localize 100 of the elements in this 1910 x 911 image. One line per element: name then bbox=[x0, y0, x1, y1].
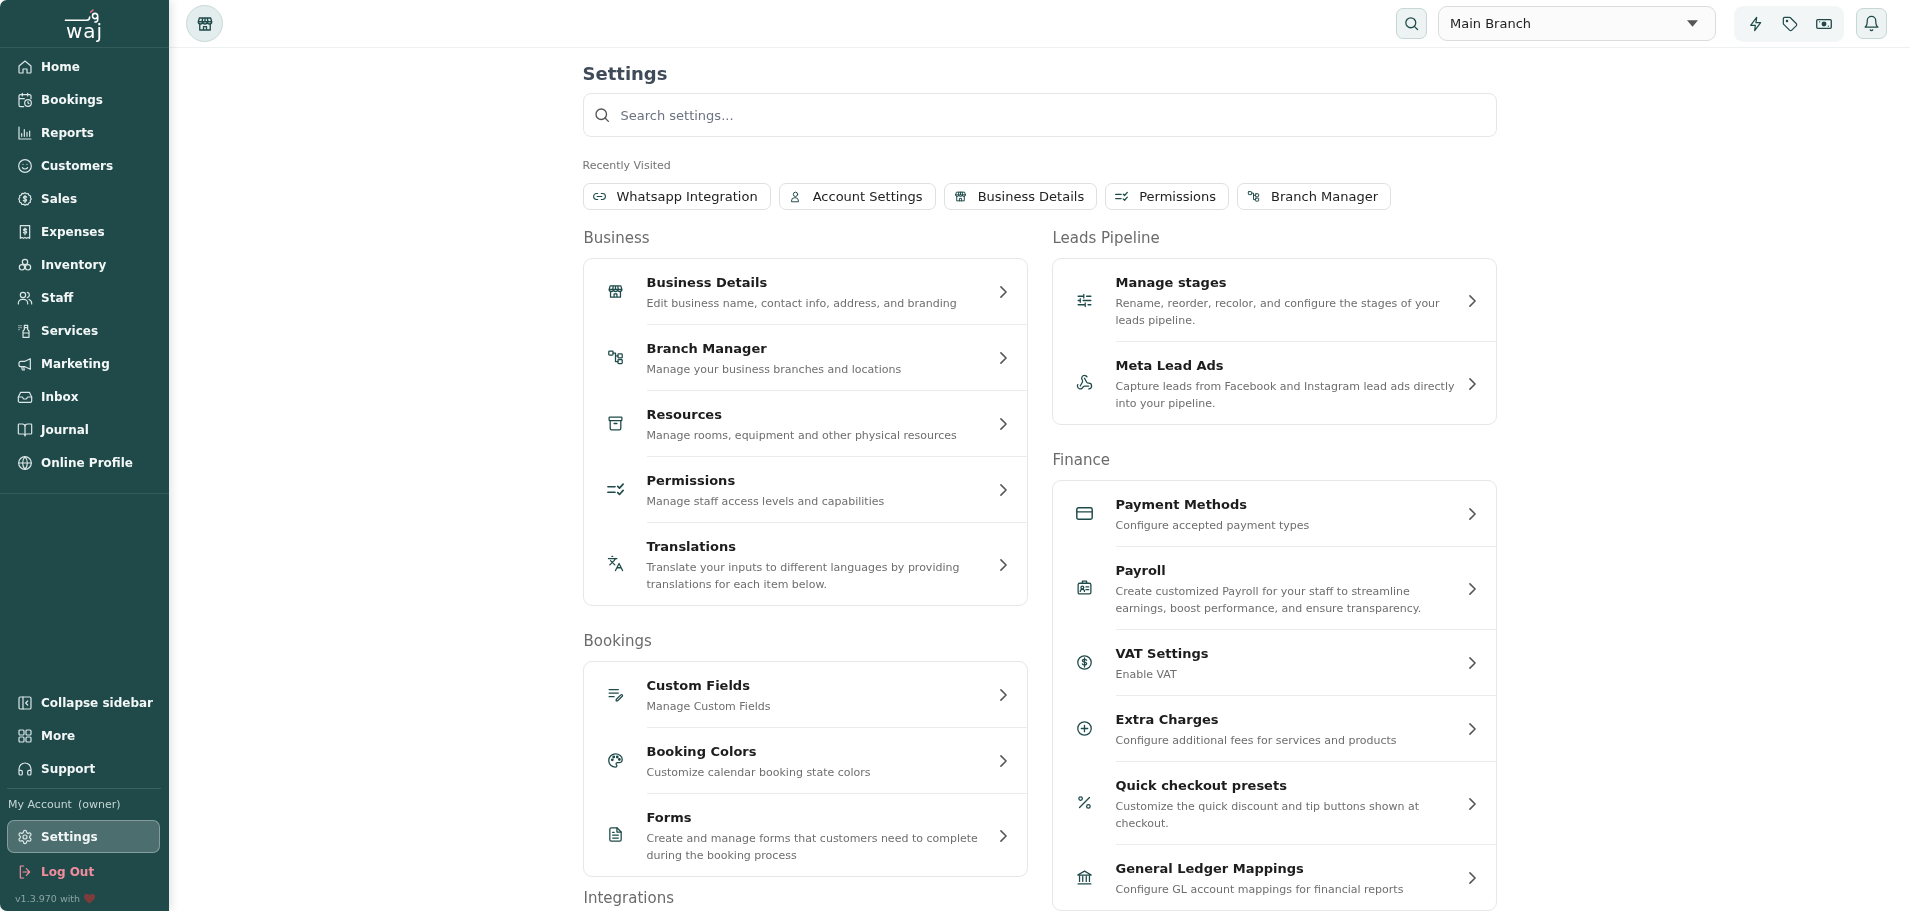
item-title: Business Details bbox=[646, 274, 769, 292]
list-check-icon bbox=[1115, 190, 1129, 203]
tag-icon[interactable] bbox=[1782, 15, 1798, 32]
search-button[interactable] bbox=[1396, 8, 1427, 39]
nav-item[interactable]: Expenses bbox=[7, 215, 160, 248]
chevron-right-icon bbox=[999, 558, 1007, 571]
archive-icon bbox=[606, 414, 624, 432]
search-field[interactable]: Search settings... bbox=[582, 93, 1497, 137]
recent-chip[interactable]: Whatsapp Integration bbox=[582, 183, 771, 210]
hierarchy-icon bbox=[606, 348, 624, 366]
bank-icon bbox=[1075, 868, 1093, 886]
logout-link[interactable]: Log Out bbox=[7, 855, 160, 888]
headset-icon bbox=[17, 760, 33, 777]
nav-item[interactable]: Marketing bbox=[7, 347, 160, 380]
settings-item[interactable]: Branch Manager Manage your business branches and locations bbox=[583, 324, 1027, 390]
nav-item[interactable]: Staff bbox=[7, 281, 160, 314]
bell-icon bbox=[1863, 15, 1880, 32]
palette-icon bbox=[606, 751, 624, 769]
bar-chart-icon bbox=[17, 124, 33, 141]
item-title: Payroll bbox=[1115, 562, 1167, 580]
chevron-right-icon bbox=[1468, 508, 1476, 520]
list-edit-icon bbox=[606, 686, 624, 703]
item-description: Configure additional fees for services and products bbox=[1115, 733, 1398, 749]
item-title: Custom Fields bbox=[646, 677, 751, 695]
settings-item[interactable]: Payroll Create customized Payroll for your staff to streamline earnings, boost performance, and ensure transparency. bbox=[1052, 546, 1496, 629]
item-title: Manage stages bbox=[1115, 274, 1228, 292]
nav-item[interactable]: Support bbox=[7, 752, 160, 785]
nav-item[interactable]: Bookings bbox=[7, 83, 160, 116]
settings-item[interactable]: General Ledger Mappings Configure GL account mappings for financial reports bbox=[1052, 844, 1496, 910]
recent-chip[interactable]: Business Details bbox=[943, 183, 1098, 210]
account-label: My Account bbox=[8, 797, 72, 813]
section-heading: Finance bbox=[1051, 450, 1111, 471]
settings-item[interactable]: Meta Lead Ads Capture leads from Facebook and Instagram lead ads directly into your pipeline. bbox=[1052, 341, 1496, 424]
chevron-right-icon bbox=[1468, 872, 1476, 884]
notifications-button[interactable] bbox=[1856, 8, 1887, 39]
item-description: Edit business name, contact info, address, and branding bbox=[646, 296, 958, 312]
item-title: Translations bbox=[646, 538, 737, 556]
page-title: Settings bbox=[582, 62, 669, 86]
settings-item[interactable]: VAT Settings Enable VAT bbox=[1052, 629, 1496, 695]
settings-item[interactable]: Payment Methods Configure accepted payment types bbox=[1052, 481, 1496, 546]
settings-item[interactable]: Booking Colors Customize calendar booking state colors bbox=[583, 727, 1027, 793]
settings-item[interactable]: Quick checkout presets Customize the quick discount and tip buttons shown at checkout. bbox=[1052, 761, 1496, 844]
spray-bottle-icon bbox=[17, 322, 33, 339]
bolt-icon[interactable] bbox=[1748, 15, 1764, 32]
chevron-right-icon bbox=[1468, 377, 1476, 390]
item-description: Create customized Payroll for your staff to streamline earnings, boost performance, and ensure transparency. bbox=[1115, 584, 1423, 617]
settings-item[interactable]: Manage stages Rename, reorder, recolor, and configure the stages of your leads pipeline. bbox=[1052, 259, 1496, 341]
item-description: Translate your inputs to different languages by providing translations for each item below. bbox=[646, 560, 961, 593]
chevron-right-icon bbox=[999, 689, 1007, 701]
nav-item[interactable]: Collapse sidebar bbox=[7, 686, 160, 719]
recent-chip[interactable]: Account Settings bbox=[778, 183, 936, 210]
settings-item[interactable]: Translations Translate your inputs to different languages by providing translations for each item below. bbox=[583, 522, 1027, 605]
nav-item[interactable]: Settings bbox=[7, 820, 160, 853]
id-badge-icon bbox=[1075, 579, 1093, 596]
nav-item[interactable]: Inbox bbox=[7, 380, 160, 413]
collapse-sidebar-icon bbox=[17, 694, 33, 711]
settings-item[interactable]: Extra Charges Configure additional fees for services and products bbox=[1052, 695, 1496, 761]
settings-item[interactable]: Resources Manage rooms, equipment and other physical resources bbox=[583, 390, 1027, 456]
item-title: Resources bbox=[646, 406, 723, 424]
item-description: Enable VAT bbox=[1115, 667, 1178, 683]
item-title: Booking Colors bbox=[646, 743, 758, 761]
settings-item[interactable]: Custom Fields Manage Custom Fields bbox=[583, 662, 1027, 727]
nav-item[interactable]: Sales bbox=[7, 182, 160, 215]
chevron-right-icon bbox=[999, 484, 1007, 496]
chevron-right-icon bbox=[1468, 294, 1476, 307]
nav-item[interactable]: Customers bbox=[7, 149, 160, 182]
nav-item[interactable]: More bbox=[7, 719, 160, 752]
store-icon bbox=[606, 283, 624, 300]
nav-item[interactable]: Services bbox=[7, 314, 160, 347]
nav-item[interactable]: Reports bbox=[7, 116, 160, 149]
nav-item[interactable]: Journal bbox=[7, 413, 160, 446]
settings-item[interactable]: Permissions Manage staff access levels and capabilities bbox=[583, 456, 1027, 522]
dollar-badge-icon bbox=[17, 190, 33, 207]
recent-chip[interactable]: Permissions bbox=[1105, 183, 1230, 210]
item-title: Permissions bbox=[646, 472, 737, 490]
nav-item[interactable]: Online Profile bbox=[7, 446, 160, 479]
plus-circle-icon bbox=[1075, 719, 1093, 737]
book-icon bbox=[17, 421, 33, 438]
grid-icon bbox=[17, 727, 33, 744]
nav-item[interactable]: Inventory bbox=[7, 248, 160, 281]
item-title: General Ledger Mappings bbox=[1115, 860, 1305, 878]
nav-item[interactable]: Home bbox=[7, 50, 160, 83]
caret-icon bbox=[1687, 20, 1698, 27]
store-icon bbox=[195, 14, 214, 33]
heart-icon bbox=[84, 894, 96, 904]
chevron-right-icon bbox=[999, 352, 1007, 364]
chevron-right-icon bbox=[999, 755, 1007, 767]
item-description: Customize calendar booking state colors bbox=[646, 765, 872, 781]
item-title: Extra Charges bbox=[1115, 711, 1220, 729]
item-title: Meta Lead Ads bbox=[1115, 357, 1225, 375]
branch-select[interactable]: Main Branch bbox=[1438, 6, 1716, 41]
settings-item[interactable]: Business Details Edit business name, contact info, address, and branding bbox=[583, 259, 1027, 324]
user-icon bbox=[788, 190, 802, 203]
item-description: Manage rooms, equipment and other physical resources bbox=[646, 428, 958, 444]
megaphone-icon bbox=[17, 355, 33, 372]
settings-item[interactable]: Forms Create and manage forms that customers need to complete during the booking process bbox=[583, 793, 1027, 876]
recent-chip[interactable]: Branch Manager bbox=[1237, 183, 1392, 210]
item-description: Manage your business branches and locations bbox=[646, 362, 903, 378]
store-button[interactable] bbox=[186, 5, 223, 42]
item-title: Quick checkout presets bbox=[1115, 777, 1288, 795]
